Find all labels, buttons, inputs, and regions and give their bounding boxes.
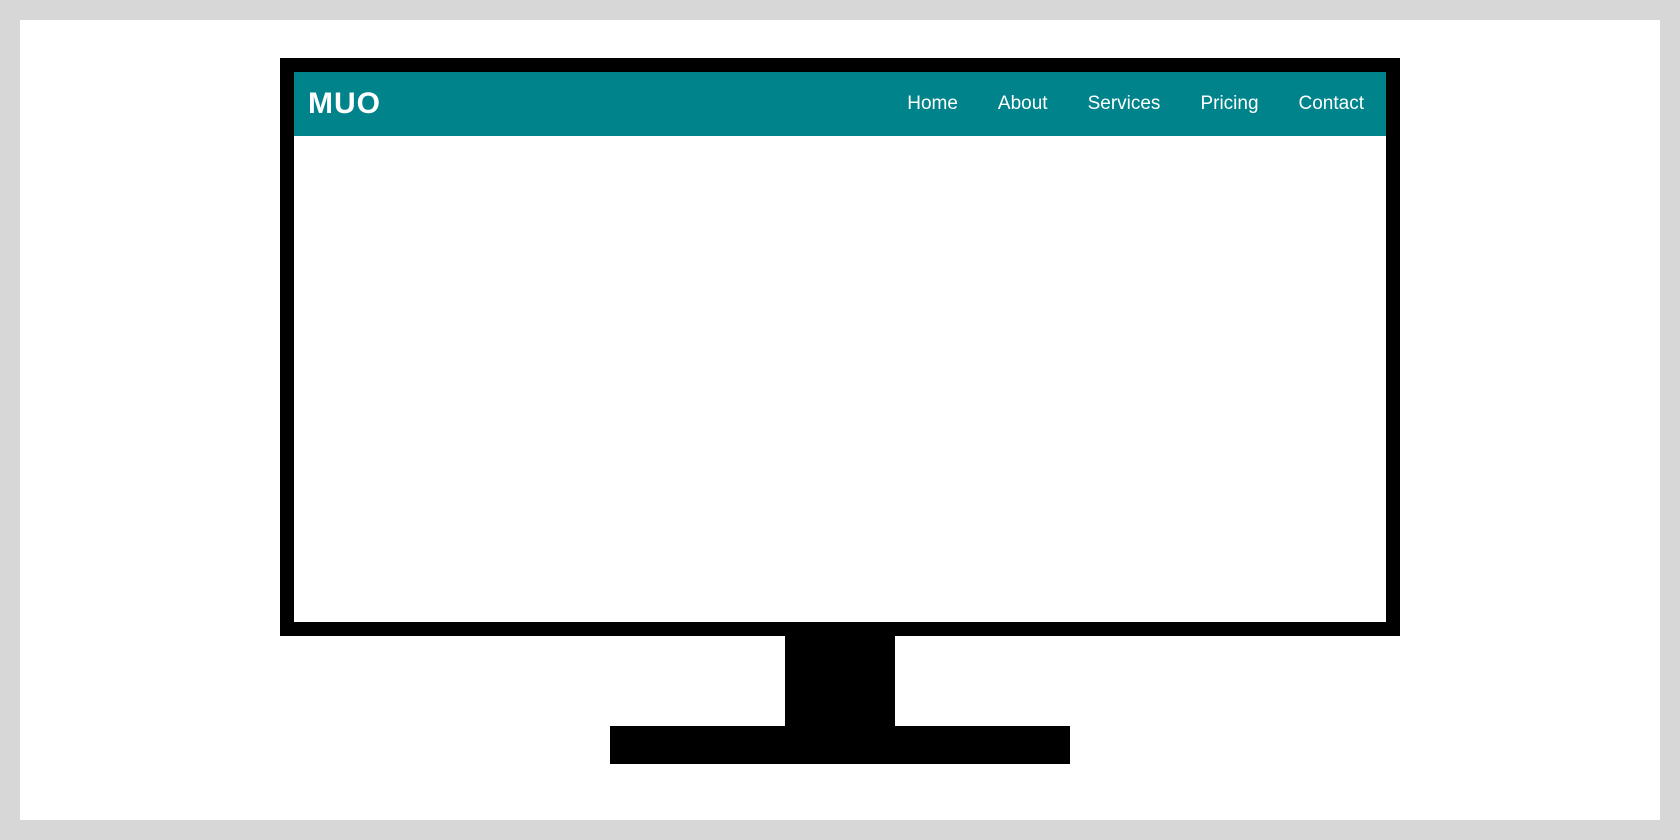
nav-link-contact[interactable]: Contact bbox=[1299, 93, 1364, 115]
site-logo[interactable]: MUO bbox=[308, 87, 381, 121]
nav-link-home[interactable]: Home bbox=[907, 93, 958, 115]
monitor-neck bbox=[785, 636, 895, 726]
page-content bbox=[294, 136, 1386, 622]
nav-link-about[interactable]: About bbox=[998, 93, 1048, 115]
monitor-illustration: MUO Home About Services Pricing Contact bbox=[280, 58, 1400, 764]
nav-links: Home About Services Pricing Contact bbox=[907, 93, 1364, 115]
canvas: MUO Home About Services Pricing Contact bbox=[20, 20, 1660, 820]
navbar: MUO Home About Services Pricing Contact bbox=[294, 72, 1386, 136]
nav-link-pricing[interactable]: Pricing bbox=[1200, 93, 1258, 115]
nav-link-services[interactable]: Services bbox=[1088, 93, 1161, 115]
monitor-base bbox=[610, 726, 1070, 764]
screen: MUO Home About Services Pricing Contact bbox=[294, 72, 1386, 622]
monitor-frame: MUO Home About Services Pricing Contact bbox=[280, 58, 1400, 636]
